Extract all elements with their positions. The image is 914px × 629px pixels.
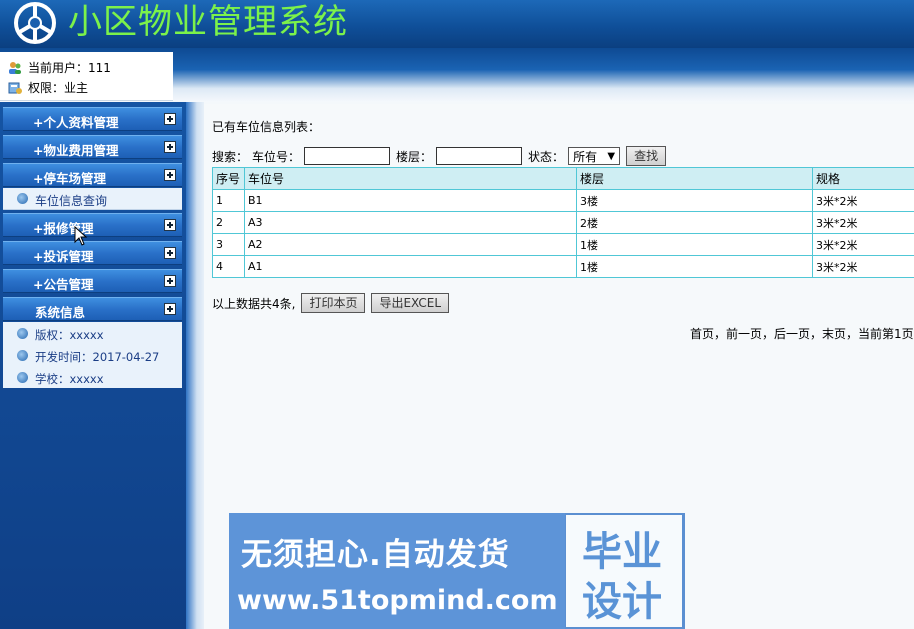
parking-table: 序号 车位号 楼层 规格 1 B1 3楼 3米*2米 2 A3 2楼 3米*2米… (212, 167, 914, 278)
space-number-input[interactable] (304, 147, 391, 165)
pagination[interactable]: 首页，前一页，后一页，末页，当前第1页 (690, 325, 914, 342)
watermark-slogan: 无须担心.自动发货 (241, 537, 510, 573)
table-cell: 3 (212, 233, 245, 256)
logo-icon (14, 2, 56, 44)
copyright-text: 版权：xxxxx (35, 328, 104, 342)
table-header-row: 序号 车位号 楼层 规格 (212, 167, 914, 190)
dropdown-arrow-icon: ▼ (607, 151, 616, 162)
sidebar-item-label: +个人资料管理 (33, 115, 119, 130)
sidebar-item-label: +停车场管理 (33, 171, 106, 186)
table-row: 2 A3 2楼 3米*2米 (212, 211, 914, 234)
system-info-row: 开发时间：2017-04-27 (3, 345, 182, 367)
role-label: 权限：业主 (28, 81, 89, 95)
search-bar: 搜索： 车位号： 楼层： 状态： 所有 ▼ 查找 (212, 145, 667, 167)
app-header: 小区物业管理系统 (0, 0, 914, 48)
table-cell: 3米*2米 (812, 255, 914, 278)
expand-plus-icon[interactable] (164, 113, 176, 125)
table-row: 3 A2 1楼 3米*2米 (212, 233, 914, 256)
sidebar-item-notice[interactable]: +公告管理 (3, 269, 182, 293)
status-select[interactable]: 所有 ▼ (568, 147, 621, 165)
space-number-label: 车位号： (252, 149, 301, 164)
sidebar-item-repair[interactable]: +报修管理 (3, 213, 182, 237)
bullet-icon (17, 328, 28, 339)
column-header: 车位号 (244, 167, 577, 190)
table-cell: B1 (244, 189, 577, 212)
watermark-left: 无须担心.自动发货 www.51topmind.com (229, 513, 565, 629)
watermark-banner: 无须担心.自动发货 www.51topmind.com 毕业 设计 (229, 513, 685, 629)
sidebar-item-parking[interactable]: +停车场管理 (3, 163, 182, 187)
table-cell: A1 (244, 255, 577, 278)
record-count-text: 以上数据共4条, (212, 296, 296, 311)
expand-plus-icon[interactable] (164, 141, 176, 153)
expand-plus-icon[interactable] (164, 247, 176, 259)
record-summary: 以上数据共4条, 打印本页 导出EXCEL (212, 293, 450, 313)
table-cell: A2 (244, 233, 577, 256)
sidebar-subitem-parking-query[interactable]: 车位信息查询 (3, 188, 182, 210)
system-info-panel: 版权：xxxxx 开发时间：2017-04-27 学校：xxxxx (3, 322, 182, 388)
bullet-icon (17, 350, 28, 361)
table-cell: 1 (212, 189, 245, 212)
sidebar-subitem-label: 车位信息查询 (35, 194, 108, 208)
sidebar-splitter[interactable] (186, 102, 204, 629)
current-user-row: 当前用户：111 (8, 59, 111, 76)
table-cell: 3米*2米 (812, 211, 914, 234)
sidebar-item-personal-info[interactable]: +个人资料管理 (3, 107, 182, 131)
permission-icon (8, 82, 22, 94)
floor-label: 楼层： (396, 149, 433, 164)
current-user-label: 当前用户：111 (28, 61, 111, 75)
table-cell: 2楼 (576, 211, 813, 234)
dev-time-text: 开发时间：2017-04-27 (35, 350, 160, 364)
bullet-icon (17, 372, 28, 383)
system-info-row: 版权：xxxxx (3, 323, 182, 345)
watermark-right: 毕业 设计 (566, 515, 682, 627)
sidebar-item-fees[interactable]: +物业费用管理 (3, 135, 182, 159)
table-row: 1 B1 3楼 3米*2米 (212, 189, 914, 212)
table-cell: A3 (244, 211, 577, 234)
status-selected-value: 所有 (573, 150, 598, 164)
mouse-pointer-icon (74, 226, 88, 246)
find-button[interactable]: 查找 (626, 146, 667, 166)
table-cell: 1楼 (576, 233, 813, 256)
table-cell: 2 (212, 211, 245, 234)
watermark-word-2: 设计 (582, 579, 662, 625)
table-cell: 3楼 (576, 189, 813, 212)
school-text: 学校：xxxxx (35, 372, 104, 386)
print-page-button[interactable]: 打印本页 (301, 293, 366, 313)
floor-input[interactable] (436, 147, 523, 165)
sidebar-item-label: 系统信息 (35, 305, 86, 320)
bullet-icon (17, 193, 28, 204)
expand-plus-icon[interactable] (164, 275, 176, 287)
role-row: 权限：业主 (8, 79, 88, 96)
system-info-row: 学校：xxxxx (3, 367, 182, 389)
column-header: 序号 (212, 167, 245, 190)
app-title: 小区物业管理系统 (68, 2, 348, 42)
search-prefix: 搜索： (212, 149, 249, 164)
sidebar-item-label: +公告管理 (33, 277, 94, 292)
user-icon (9, 61, 21, 74)
sidebar-item-complaint[interactable]: +投诉管理 (3, 241, 182, 265)
sidebar-item-label: +投诉管理 (33, 249, 94, 264)
column-header: 规格 (812, 167, 914, 190)
expand-plus-icon[interactable] (164, 303, 176, 315)
export-excel-button[interactable]: 导出EXCEL (371, 293, 450, 313)
table-row: 4 A1 1楼 3米*2米 (212, 255, 914, 278)
table-cell: 1楼 (576, 255, 813, 278)
table-cell: 4 (212, 255, 245, 278)
list-title: 已有车位信息列表： (212, 120, 321, 134)
sidebar-item-system-info[interactable]: 系统信息 (3, 297, 182, 321)
sidebar-item-label: +物业费用管理 (33, 143, 119, 158)
user-info-box: 当前用户：111 权限：业主 (0, 52, 173, 101)
watermark-url: www.51topmind.com (237, 585, 558, 616)
table-cell: 3米*2米 (812, 189, 914, 212)
expand-plus-icon[interactable] (164, 169, 176, 181)
expand-plus-icon[interactable] (164, 219, 176, 231)
column-header: 楼层 (576, 167, 813, 190)
table-cell: 3米*2米 (812, 233, 914, 256)
status-label: 状态： (528, 149, 565, 164)
